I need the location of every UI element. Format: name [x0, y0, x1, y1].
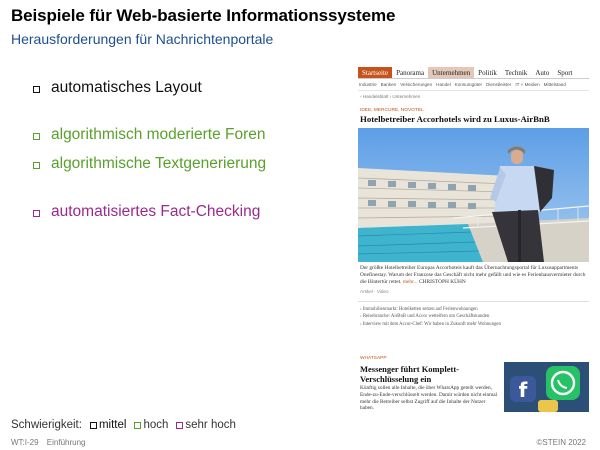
checkbox-icon	[33, 132, 40, 140]
bullet-item: algorithmisch moderierte Foren	[33, 126, 266, 144]
news-subnav-item: Banken	[380, 82, 397, 87]
messenger-apps-image: f	[504, 362, 589, 412]
hotel-photo-image	[358, 128, 589, 262]
news-subnav-item: Dienstleister	[486, 82, 512, 87]
section-name: Einführung	[46, 438, 86, 447]
difficulty-option-label: mittel	[98, 419, 127, 431]
checkbox-icon	[89, 421, 97, 429]
news-thumb: f	[504, 362, 589, 412]
bullet-item: automatisiertes Fact-Checking	[33, 203, 260, 221]
newspaper-screenshot: Startseite Panorama Unternehmen Politik …	[358, 67, 589, 412]
bullet-text: automatisiertes Fact-Checking	[51, 203, 261, 220]
news-subnav-item: Handel	[436, 82, 451, 87]
news-headline: Hotelbetreiber Accorhotels wird zu Luxus…	[360, 114, 550, 124]
news-teaser-2: Künftig sollen alle Inhalte, die über Wh…	[360, 385, 498, 412]
news-nav-item: Auto	[535, 69, 550, 77]
checkbox-icon	[33, 161, 40, 169]
news-navbar: Startseite Panorama Unternehmen Politik …	[358, 67, 589, 79]
difficulty-option: hoch	[134, 419, 168, 431]
news-related-link[interactable]: › Immobilienmarkt: Hotelketten setzen au…	[360, 306, 587, 313]
footer-left: WT:I-29 Einführung	[11, 438, 92, 447]
checkbox-icon	[134, 421, 142, 429]
news-teaser: Der größte Hotelbetreiber Europas Accorh…	[358, 262, 589, 286]
difficulty-label: Schwierigkeit:	[11, 419, 82, 431]
difficulty-option-label: sehr hoch	[185, 419, 236, 431]
news-teaser-text: Der größte Hotelbetreiber Europas Accorh…	[360, 265, 586, 285]
slide-number: WT:I-29	[11, 438, 39, 447]
news-related-link[interactable]: › Interview mit dem Accor-Chef: Wir habe…	[360, 321, 587, 328]
news-subnav-item: Industrie	[359, 82, 377, 87]
news-subnav-item: Versicherungen	[400, 82, 433, 87]
slide-subtitle: Herausforderungen für Nachrichtenportale	[11, 31, 274, 47]
difficulty-option: mittel	[89, 419, 127, 431]
news-kicker: IDEE, MERCURE, NOVOTEL	[360, 108, 424, 113]
copyright: ©STEIN 2022	[536, 438, 586, 447]
bullet-text: automatisches Layout	[51, 79, 202, 96]
news-nav-item: Unternehmen	[428, 67, 475, 78]
news-nav-item: Startseite	[358, 67, 393, 78]
checkbox-icon	[33, 85, 40, 93]
news-more-link[interactable]: mehr...	[403, 279, 418, 285]
news-subnav-item: Mittelstand	[543, 82, 566, 87]
news-subnav: Industrie Banken Versicherungen Handel K…	[358, 79, 589, 91]
news-nav-item: Technik	[504, 69, 528, 77]
news-related-links: › Immobilienmarkt: Hotelketten setzen au…	[358, 306, 589, 328]
difficulty-option-label: hoch	[143, 419, 169, 431]
news-photo	[358, 128, 589, 262]
news-divider	[358, 300, 589, 302]
news-nav-item: Sport	[557, 69, 573, 77]
checkbox-icon	[33, 209, 40, 217]
bullet-item: algorithmische Textgenerierung	[33, 155, 266, 173]
difficulty-option: sehr hoch	[176, 419, 236, 431]
svg-text:f: f	[519, 378, 528, 402]
news-related-link[interactable]: › Reisebranche: AirBnB und Accor wetteif…	[360, 313, 587, 320]
bullet-text: algorithmisch moderierte Foren	[51, 126, 266, 143]
news-breadcrumb: › Handelsblatt › Unternehmen	[360, 94, 421, 99]
news-nav-item: Panorama	[396, 69, 425, 77]
bullet-text: algorithmische Textgenerierung	[51, 155, 267, 172]
bullet-item: automatisches Layout	[33, 79, 202, 97]
news-meta: Artikel · Video	[360, 288, 389, 294]
news-kicker-2: WHATSAPP	[360, 356, 387, 361]
difficulty-legend: Schwierigkeit: mittel hoch sehr hoch	[11, 419, 236, 431]
news-subnav-item: IT + Medien	[515, 82, 540, 87]
checkbox-icon	[176, 421, 184, 429]
news-nav-item: Politik	[478, 69, 497, 77]
news-subnav-item: Konsumgüter	[454, 82, 483, 87]
slide-title: Beispiele für Web-basierte Informationss…	[11, 6, 396, 25]
news-headline-2: Messenger führt Komplett-Verschlüsselung…	[360, 364, 459, 385]
news-author: CHRISTOPH KÜHN	[419, 278, 466, 285]
